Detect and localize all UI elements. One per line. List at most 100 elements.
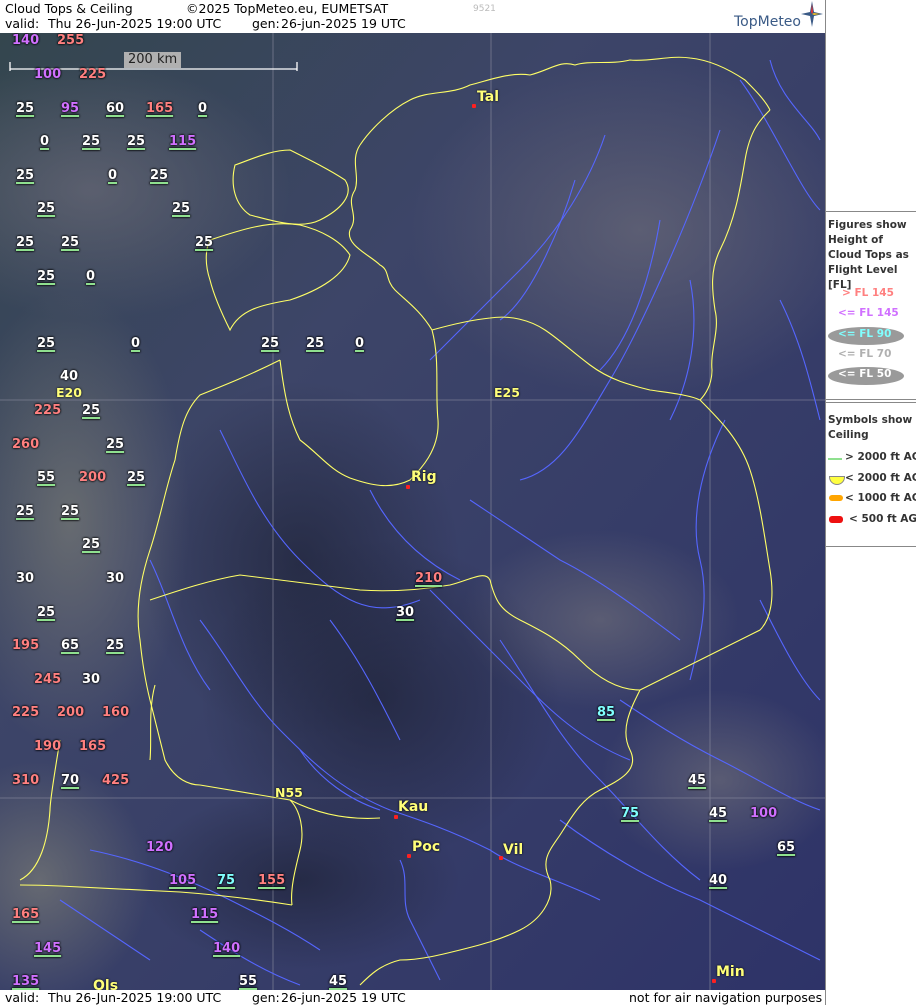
cloud-top-label: 25	[82, 134, 101, 149]
cloud-top-label: 25	[16, 235, 35, 250]
cloud-top-label: 25	[150, 168, 169, 183]
cloud-top-label: 165	[12, 907, 40, 922]
cloud-top-label: 245	[34, 672, 62, 687]
footer-valid-prefix: valid:	[5, 990, 40, 1005]
city-marker	[472, 104, 476, 108]
cloud-top-label: 200	[57, 705, 85, 720]
ceiling-legend: Symbols show Ceiling > 2000 ft AGL < 200…	[826, 402, 916, 547]
city-marker	[407, 854, 411, 858]
legend-label: < 2000 ft AGL	[845, 472, 916, 484]
ceiling-legend-title: Symbols show Ceiling	[828, 414, 913, 441]
cloud-top-label: 115	[191, 907, 219, 922]
cloud-top-label: 105	[169, 873, 197, 888]
cloud-top-label: 0	[198, 101, 208, 116]
legend-label: > 2000 ft AGL	[845, 451, 916, 463]
topmeteo-star-icon	[801, 1, 823, 27]
cloud-top-label: 65	[61, 638, 80, 653]
cloud-top-label: 25	[37, 336, 56, 351]
cloud-top-label: 0	[86, 269, 96, 284]
cloud-top-label: 0	[40, 134, 50, 149]
cloud-top-label: 55	[37, 470, 56, 485]
cloud-top-label: 30	[106, 571, 125, 586]
cloud-top-label: 25	[106, 437, 125, 452]
city-minsk[interactable]: Min	[716, 964, 745, 980]
cloud-top-label: 0	[355, 336, 365, 351]
cloud-top-label: 75	[621, 806, 640, 821]
footer-disclaimer: not for air navigation purposes	[629, 990, 823, 1005]
image-number: 9521	[473, 4, 496, 14]
cloud-top-label: 200	[79, 470, 107, 485]
cloud-top-label: 225	[34, 403, 62, 418]
gen-time: 26-jun-2025 19 UTC	[281, 16, 406, 31]
legend-item: < 1000 ft AGL	[826, 492, 916, 510]
cloud-top-label: 140	[213, 941, 241, 956]
cloud-top-label: 100	[34, 67, 62, 82]
city-olsztyn[interactable]: Ols	[93, 978, 118, 990]
city-kaunas[interactable]: Kau	[398, 799, 428, 815]
legend-item: <= FL 145	[826, 307, 916, 325]
city-marker	[406, 485, 410, 489]
satellite-map[interactable]: 200 km E20 E25 N55 Tal Rig Kau Poc Vil M…	[0, 33, 825, 990]
cloud-top-label: 60	[106, 101, 125, 116]
city-riga[interactable]: Rig	[411, 469, 437, 485]
cloud-top-label: 25	[61, 235, 80, 250]
cloud-top-label: 255	[57, 33, 85, 48]
cloud-top-label: 25	[195, 235, 214, 250]
cloud-top-label: 25	[61, 504, 80, 519]
cloud-top-label: 30	[16, 571, 35, 586]
cloud-top-label: 190	[34, 739, 62, 754]
cloud-top-label: 25	[127, 470, 146, 485]
footer-gen-prefix: gen:	[252, 990, 280, 1005]
cloud-top-label: 25	[306, 336, 325, 351]
cloud-top-label: 65	[777, 840, 796, 855]
cloud-top-label: 145	[34, 941, 62, 956]
cloud-top-label: 75	[217, 873, 236, 888]
cloud-top-label: 25	[16, 504, 35, 519]
city-marker	[394, 815, 398, 819]
ceiling-symbol-green	[828, 458, 842, 460]
scale-label: 200 km	[124, 52, 182, 68]
cloud-top-label: 30	[82, 672, 101, 687]
cloud-top-label: 115	[169, 134, 197, 149]
cloud-top-label: 45	[329, 974, 348, 989]
city-poc[interactable]: Poc	[412, 839, 440, 855]
cloud-top-label: 160	[102, 705, 130, 720]
cloud-top-legend: Figures show Height of Cloud Tops as Fli…	[826, 211, 916, 400]
cloud-top-label: 135	[12, 974, 40, 989]
cloud-top-label: 425	[102, 773, 130, 788]
cloud-top-label: 25	[127, 134, 146, 149]
city-tallinn[interactable]: Tal	[477, 89, 499, 105]
city-vilnius[interactable]: Vil	[503, 842, 523, 858]
cloud-top-legend-title: Figures show Height of Cloud Tops as Fli…	[828, 219, 909, 291]
legend-label: <= FL 70	[838, 348, 892, 360]
legend-item: > 2000 ft AGL	[826, 451, 916, 469]
cloud-top-label: 310	[12, 773, 40, 788]
cloud-top-label: 120	[146, 840, 174, 855]
header-bar: Cloud Tops & Ceiling ©2025 TopMeteo.eu, …	[0, 0, 825, 33]
cloud-top-label: 25	[37, 269, 56, 284]
legend-item: < 500 ft AGL	[826, 513, 916, 531]
legend-item: < 2000 ft AGL	[826, 472, 916, 490]
product-title: Cloud Tops & Ceiling	[5, 1, 133, 16]
legend-item: <= FL 90	[826, 327, 916, 345]
cloud-top-label: 25	[172, 201, 191, 216]
cloud-top-label: 260	[12, 437, 40, 452]
legend-label: > FL 145	[842, 287, 894, 299]
ceiling-symbol-red	[829, 516, 843, 523]
cloud-top-label: 40	[709, 873, 728, 888]
cloud-top-label: 25	[82, 537, 101, 552]
cloud-top-label: 45	[688, 773, 707, 788]
cloud-top-label: 25	[106, 638, 125, 653]
cloud-top-label: 40	[60, 369, 79, 384]
cloud-top-label: 210	[415, 571, 443, 586]
footer-bar: valid: Thu 26-Jun-2025 19:00 UTC gen: 26…	[0, 990, 825, 1005]
grid-label-e25: E25	[494, 385, 520, 400]
footer-valid-time: Thu 26-Jun-2025 19:00 UTC	[48, 990, 222, 1005]
cloud-top-label: 100	[750, 806, 778, 821]
cloud-top-label: 25	[37, 605, 56, 620]
topmeteo-logo-text: TopMeteo	[734, 14, 801, 30]
cloud-top-label: 225	[79, 67, 107, 82]
grid-label-n55: N55	[275, 785, 303, 800]
cloud-top-label: 25	[261, 336, 280, 351]
grid-label-e20: E20	[56, 385, 82, 400]
